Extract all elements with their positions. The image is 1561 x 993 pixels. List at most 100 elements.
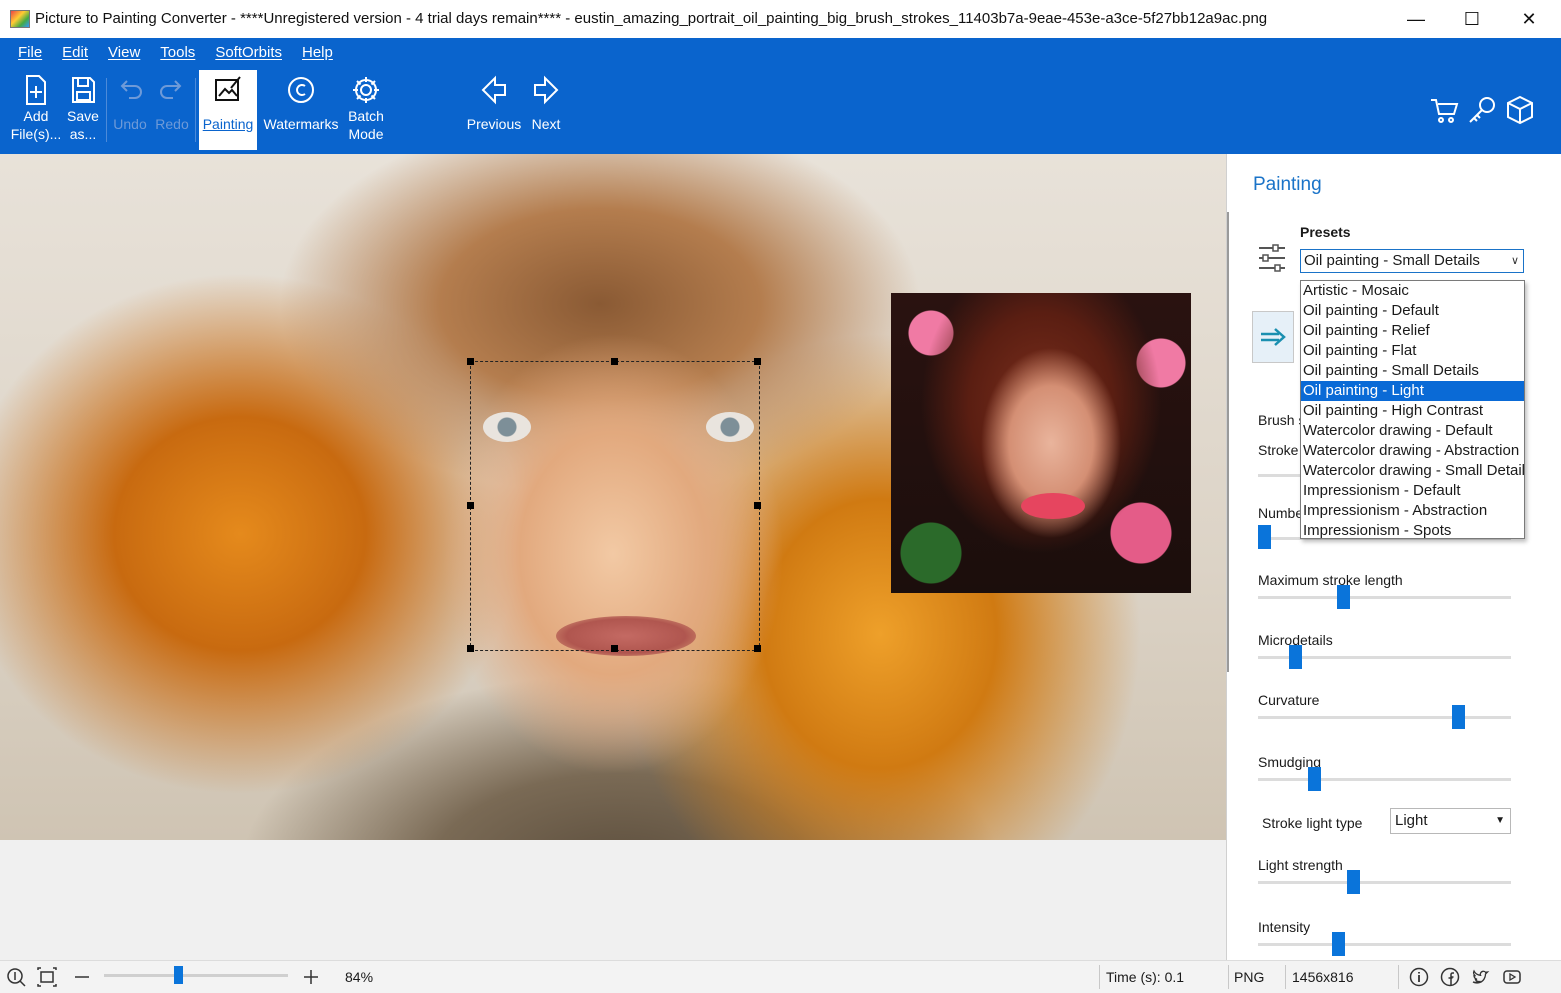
toolbar-separator [195,78,196,142]
param-slider-thumb[interactable] [1337,585,1351,609]
resize-handle[interactable] [467,502,474,509]
preset-option[interactable]: Oil painting - Small Details [1301,361,1524,381]
batch-mode-label-2: Mode [348,126,384,142]
preview-lips [1021,493,1085,519]
menu-file[interactable]: File [8,44,52,64]
copyright-icon [288,77,314,103]
batch-mode-button[interactable]: Batch Mode [344,70,388,150]
menu-view[interactable]: View [98,44,150,64]
gear-icon [353,77,379,103]
preset-option[interactable]: Artistic - Mosaic [1301,281,1524,301]
menu-bar: File Edit View Tools SoftOrbits Help [8,44,343,64]
param-slider-track[interactable] [1258,943,1511,946]
status-bar: 84% Time (s): 0.1 PNG 1456x816 [0,960,1561,993]
painting-button[interactable]: Painting [199,70,257,150]
status-divider [1398,965,1399,989]
toolbar-separator [106,78,107,142]
image-canvas[interactable] [0,154,1226,960]
preset-option[interactable]: Watercolor drawing - Abstraction [1301,441,1524,461]
preset-option[interactable]: Watercolor drawing - Default [1301,421,1524,441]
minimize-button[interactable]: — [1387,0,1445,38]
preset-option[interactable]: Oil painting - High Contrast [1301,401,1524,421]
add-files-label-1: Add [23,108,49,124]
preset-option[interactable]: Impressionism - Default [1301,481,1524,501]
resize-handle[interactable] [754,502,761,509]
key-icon[interactable] [1466,94,1498,126]
twitter-icon[interactable] [1471,967,1491,987]
add-file-icon [26,75,46,105]
window-title: Picture to Painting Converter - ****Unre… [35,10,1268,27]
add-files-button[interactable]: Add File(s)... [8,70,64,150]
preset-option[interactable]: Oil painting - Light [1301,381,1524,401]
resize-handle[interactable] [611,358,618,365]
zoom-actual-icon[interactable] [6,967,26,987]
param-slider-track[interactable] [1258,596,1511,599]
youtube-icon[interactable] [1502,967,1522,987]
watermarks-button[interactable]: Watermarks [260,70,342,150]
previous-label: Previous [466,116,522,132]
undo-button[interactable]: Undo [110,70,150,150]
preset-option[interactable]: Oil painting - Default [1301,301,1524,321]
fit-to-window-icon[interactable] [37,967,57,987]
menu-help[interactable]: Help [292,44,343,64]
resize-handle[interactable] [754,358,761,365]
close-button[interactable]: ✕ [1500,0,1558,38]
param-label: Curvature [1258,692,1320,708]
save-as-button[interactable]: Save as... [63,70,103,150]
zoom-level: 84% [345,969,374,985]
add-files-label-2: File(s)... [10,126,62,142]
preset-preview-image [891,293,1191,593]
panel-title: Painting [1253,174,1322,195]
arrow-right-icon [534,75,559,105]
param-label: Intensity [1258,919,1311,935]
painting-icon [215,76,241,101]
param-slider-track[interactable] [1258,778,1511,781]
selection-rectangle[interactable] [467,358,761,652]
redo-button[interactable]: Redo [152,70,192,150]
param-label: Light strength [1258,857,1343,873]
zoom-slider-track[interactable] [104,974,288,977]
param-slider-thumb[interactable] [1452,705,1466,729]
menu-softorbits[interactable]: SoftOrbits [205,44,292,64]
next-button[interactable]: Next [527,70,565,150]
presets-dropdown[interactable]: Oil painting - Small Details ∨ [1300,249,1524,273]
painting-image [0,154,1226,840]
resize-handle[interactable] [467,645,474,652]
preset-option[interactable]: Impressionism - Abstraction [1301,501,1524,521]
maximize-button[interactable]: ☐ [1443,0,1501,38]
painting-label: Painting [202,116,254,132]
zoom-slider-thumb[interactable] [174,966,183,984]
status-divider [1099,965,1100,989]
preset-option[interactable]: Impressionism - Spots [1301,521,1524,538]
previous-button[interactable]: Previous [465,70,523,150]
save-as-label-2: as... [69,126,97,142]
preset-option[interactable]: Watercolor drawing - Small Details [1301,461,1524,481]
facebook-icon[interactable] [1440,967,1460,987]
param-slider-track[interactable] [1258,881,1511,884]
batch-mode-label-1: Batch [348,108,384,124]
apply-preset-button[interactable] [1252,311,1294,363]
redo-label: Redo [155,116,189,132]
resize-handle[interactable] [467,358,474,365]
menu-tools[interactable]: Tools [150,44,205,64]
param-slider-track[interactable] [1258,716,1511,719]
preset-option[interactable]: Oil painting - Flat [1301,341,1524,361]
undo-label: Undo [113,116,147,132]
menu-edit[interactable]: Edit [52,44,98,64]
preset-option[interactable]: Oil painting - Relief [1301,321,1524,341]
package-icon[interactable] [1504,94,1536,126]
save-as-label-1: Save [67,108,99,124]
info-icon[interactable] [1409,967,1429,987]
number-slider-thumb[interactable] [1258,525,1271,549]
param-slider-thumb[interactable] [1308,767,1322,791]
param-slider-thumb[interactable] [1289,645,1303,669]
cart-icon[interactable] [1428,94,1460,126]
zoom-in-icon[interactable] [301,967,321,987]
param-slider-thumb[interactable] [1346,870,1360,894]
param-slider-thumb[interactable] [1332,932,1346,956]
stroke-light-type-dropdown[interactable]: Light ▼ [1390,808,1511,834]
resize-handle[interactable] [611,645,618,652]
arrow-left-icon [481,75,506,105]
zoom-out-icon[interactable] [72,967,92,987]
resize-handle[interactable] [754,645,761,652]
